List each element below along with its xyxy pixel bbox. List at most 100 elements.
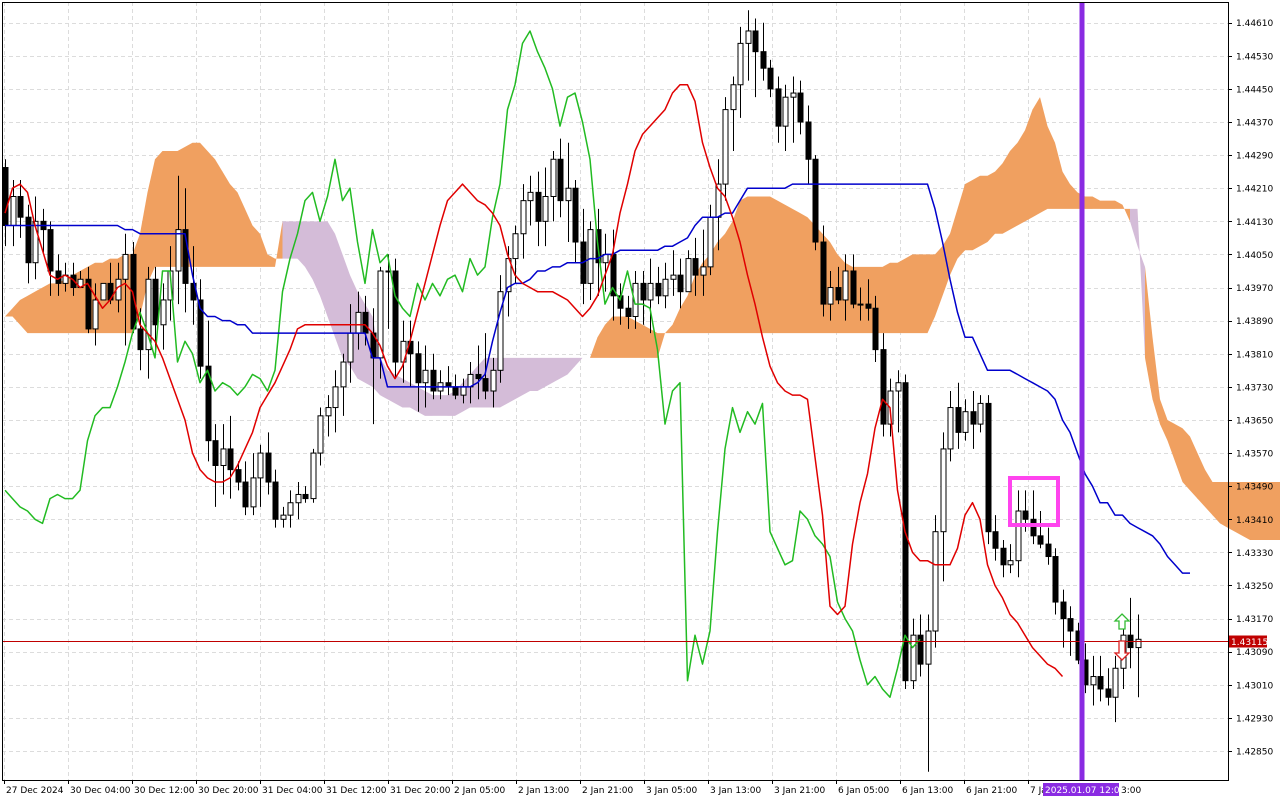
cloud-segment (635, 321, 643, 358)
bear-candle-body (1106, 689, 1111, 697)
bear-candle-body (453, 387, 458, 395)
bull-candle-body (221, 449, 226, 466)
x-tick-label-tail: 3:00 (1121, 786, 1141, 796)
cloud-segment (538, 358, 546, 391)
cloud-segment (28, 292, 36, 333)
bull-candle-body (318, 416, 323, 453)
x-tick-label: 2 Jan 05:00 (454, 786, 506, 796)
bear-candle-body (678, 275, 683, 292)
cloud-segment (530, 358, 538, 391)
bear-candle-body (798, 93, 803, 122)
bear-candle-body (243, 482, 248, 507)
candle[interactable] (393, 259, 398, 379)
bear-candle-body (476, 374, 481, 378)
bear-candle-body (776, 89, 781, 126)
candle[interactable] (311, 449, 316, 503)
candle[interactable] (101, 283, 106, 300)
bull-candle-body (356, 312, 361, 333)
bull-candle-body (311, 453, 316, 499)
cloud-segment (905, 254, 913, 333)
x-tick-label: 3 Jan 13:00 (710, 786, 762, 796)
x-tick-label: 30 Dec 12:00 (134, 786, 195, 796)
cloud-segment (965, 180, 973, 250)
y-tick-label: 1.43730 (1236, 383, 1273, 393)
cloud-segment (860, 267, 868, 333)
cloud-segment (613, 317, 621, 358)
bear-candle-body (266, 453, 271, 482)
bull-candle-body (333, 387, 338, 408)
cloud-segment (425, 391, 433, 416)
x-tick-label: 27 Dec 2024 (6, 786, 64, 796)
bull-candle-body (543, 197, 548, 222)
cloud-segment (995, 163, 1003, 233)
bear-candle-body (573, 188, 578, 242)
bull-candle-body (566, 188, 571, 200)
bull-candle-body (828, 288, 833, 305)
bull-candle-body (941, 449, 946, 532)
cloud-segment (50, 283, 58, 333)
cloud-segment (643, 325, 651, 358)
cloud-segment (523, 358, 531, 395)
bear-candle-body (986, 403, 991, 531)
bull-candle-body (948, 408, 953, 449)
bull-candle-body (1091, 677, 1096, 685)
x-tick-label: 31 Dec 04:00 (262, 786, 323, 796)
cloud-segment (973, 176, 981, 250)
bull-candle-body (123, 254, 128, 279)
bear-candle-body (1031, 519, 1036, 536)
x-tick-label: 3 Jan 05:00 (646, 786, 698, 796)
y-tick-label: 1.42850 (1236, 748, 1273, 758)
bull-candle-body (461, 387, 466, 395)
chart-canvas[interactable]: 1.446101.445301.444501.443701.442901.442… (0, 0, 1280, 800)
cloud-segment (163, 151, 171, 267)
bear-candle-body (483, 379, 488, 391)
bear-candle-body (213, 441, 218, 466)
bull-candle-body (723, 110, 728, 184)
y-tick-label: 1.44210 (1236, 185, 1273, 195)
y-tick-label: 1.43890 (1236, 317, 1273, 327)
cloud-segment (1018, 130, 1026, 225)
bear-candle-body (153, 279, 158, 325)
bull-candle-body (731, 85, 736, 110)
bear-candle-body (641, 283, 646, 300)
cloud-segment (620, 317, 628, 358)
current-price-tag: 1.43115 (1229, 636, 1268, 649)
cloud-segment (208, 151, 216, 267)
cloud-segment (725, 221, 733, 333)
y-tick-label: 1.44610 (1236, 19, 1273, 29)
candle[interactable] (933, 515, 938, 647)
bear-candle-body (303, 494, 308, 498)
bear-candle-body (393, 271, 398, 362)
bear-candle-body (993, 532, 998, 549)
bear-candle-body (26, 217, 31, 263)
bull-candle-body (101, 283, 106, 300)
cloud-segment (223, 172, 231, 267)
y-tick-label: 1.42930 (1236, 714, 1273, 724)
bull-candle-body (896, 383, 901, 391)
candle[interactable] (498, 275, 503, 383)
ichimoku-chart[interactable]: 1.446101.445301.444501.443701.442901.442… (0, 0, 1280, 800)
candle[interactable] (986, 395, 991, 544)
x-tick-label: 2 Jan 13:00 (518, 786, 570, 796)
bear-candle-body (273, 482, 278, 519)
bull-candle-body (348, 333, 353, 362)
y-tick-label: 1.43490 (1236, 483, 1273, 493)
cloud-segment (440, 395, 448, 416)
bull-candle-body (326, 408, 331, 416)
x-tick-label: 30 Dec 04:00 (70, 786, 131, 796)
candle[interactable] (131, 242, 136, 333)
bear-candle-body (228, 449, 233, 470)
cloud-segment (800, 213, 808, 333)
bull-candle-body (686, 259, 691, 292)
bear-candle-body (851, 271, 856, 304)
bear-candle-body (1061, 602, 1066, 619)
bull-candle-body (1113, 668, 1118, 697)
bull-candle-body (963, 412, 968, 433)
bull-candle-body (251, 478, 256, 507)
cloud-segment (755, 197, 763, 334)
bear-candle-body (1001, 548, 1006, 565)
cloud-segment (1183, 428, 1191, 490)
bear-candle-body (693, 259, 698, 276)
x-tick-label: 30 Dec 20:00 (198, 786, 259, 796)
candle[interactable] (813, 155, 818, 250)
